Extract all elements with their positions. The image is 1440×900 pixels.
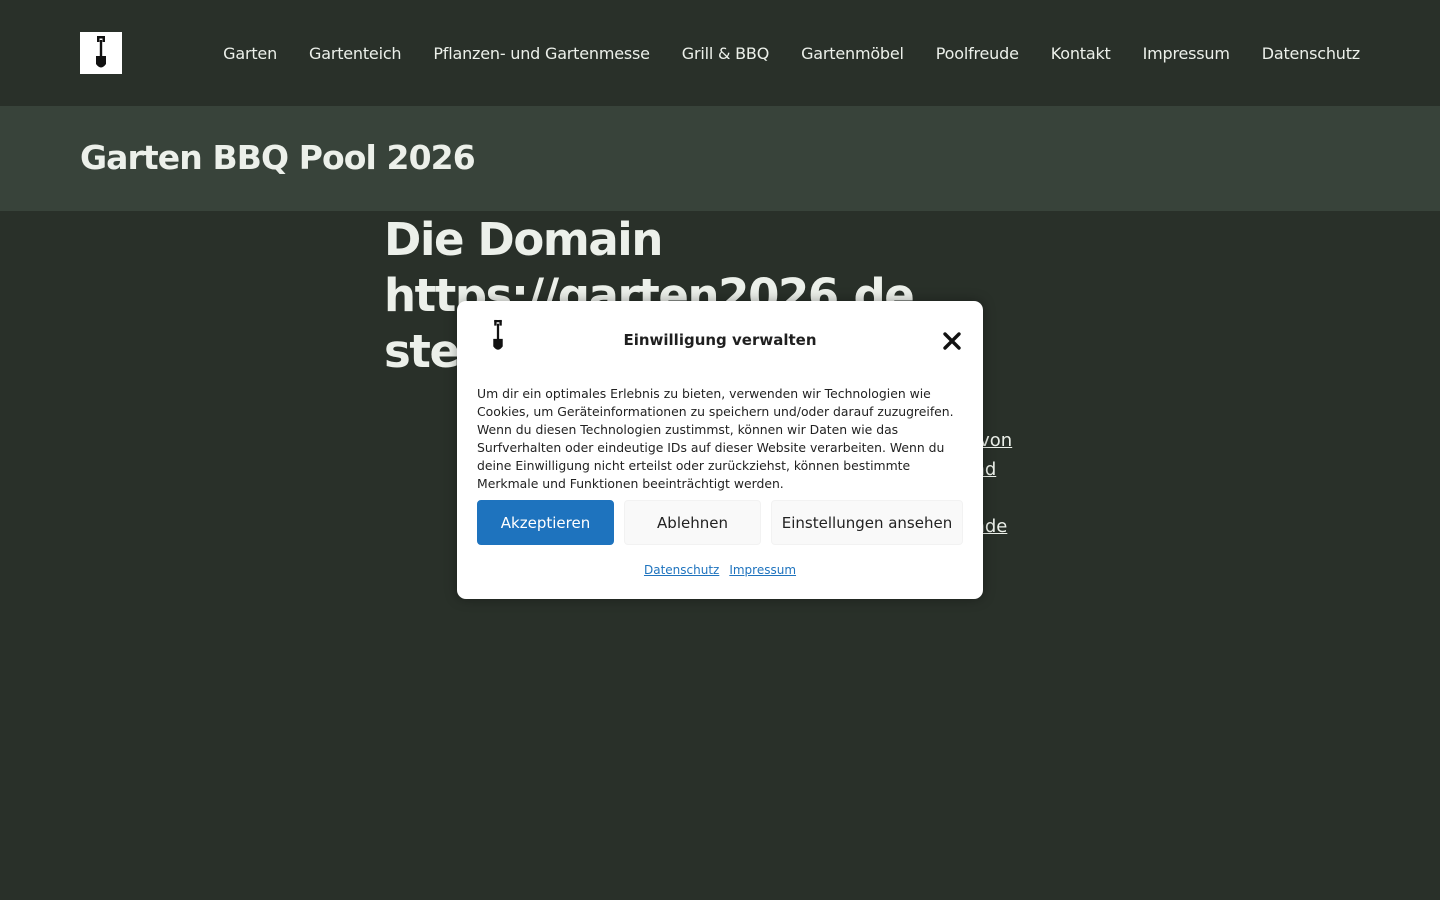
deny-button[interactable]: Ablehnen [624,500,761,545]
shovel-icon [96,36,106,68]
dialog-description: Um dir ein optimales Erlebnis zu bieten,… [477,386,954,491]
cookie-consent-dialog: Einwilligung verwalten Um dir ein optima… [457,301,983,599]
main-navigation: Garten Gartenteich Pflanzen- und Gartenm… [223,40,1360,66]
nav-item-kontakt[interactable]: Kontakt [1051,44,1111,63]
nav-item-grill-bbq[interactable]: Grill & BBQ [682,44,770,63]
nav-item-gartenmoebel[interactable]: Gartenmöbel [801,44,904,63]
nav-item-gartenteich[interactable]: Gartenteich [309,44,402,63]
nav-item-poolfreude[interactable]: Poolfreude [936,44,1019,63]
site-title[interactable]: Garten BBQ Pool 2026 [80,138,476,177]
dialog-footer-links: Datenschutz Impressum [457,563,983,577]
imprint-link[interactable]: Impressum [729,563,796,577]
dialog-title: Einwilligung verwalten [623,331,817,349]
site-header: Garten Gartenteich Pflanzen- und Gartenm… [0,0,1440,106]
nav-item-garten[interactable]: Garten [223,44,277,63]
nav-item-datenschutz[interactable]: Datenschutz [1262,44,1360,63]
privacy-link[interactable]: Datenschutz [644,563,719,577]
nav-item-pflanzen-gartenmesse[interactable]: Pflanzen- und Gartenmesse [433,44,650,63]
page-heading-line-1: Die Domain [384,213,663,266]
accept-button[interactable]: Akzeptieren [477,500,614,545]
site-logo[interactable] [80,32,122,74]
nav-item-impressum[interactable]: Impressum [1143,44,1230,63]
view-settings-button[interactable]: Einstellungen ansehen [771,500,963,545]
close-icon[interactable] [941,330,963,352]
